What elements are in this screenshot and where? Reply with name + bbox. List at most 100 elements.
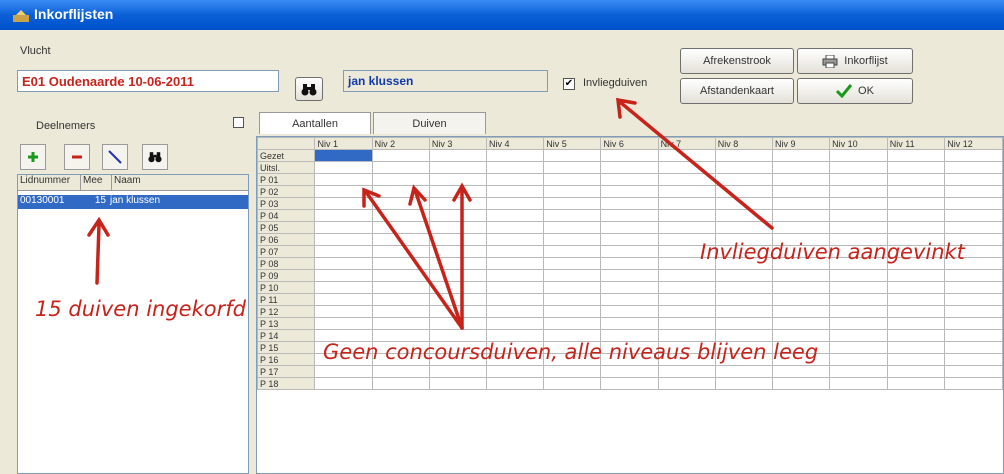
grid-cell[interactable] xyxy=(829,329,888,342)
grid-cell[interactable] xyxy=(714,317,773,330)
search-participant-button[interactable] xyxy=(142,144,168,170)
grid-cell[interactable] xyxy=(714,269,773,282)
participant-row[interactable]: 00130001 15 jan klussen xyxy=(18,195,248,209)
grid-cell[interactable] xyxy=(657,197,716,210)
grid-cell[interactable] xyxy=(543,269,602,282)
grid-cell[interactable] xyxy=(829,305,888,318)
grid-cell[interactable] xyxy=(714,173,773,186)
grid-cell[interactable] xyxy=(771,305,831,318)
grid-cell[interactable] xyxy=(771,377,831,390)
grid-cell[interactable] xyxy=(543,197,602,210)
grid-cell[interactable] xyxy=(714,149,773,162)
grid-cell[interactable] xyxy=(543,149,602,162)
grid-cell[interactable] xyxy=(428,173,488,186)
grid-cell[interactable] xyxy=(486,305,545,318)
grid-cell[interactable] xyxy=(714,281,773,294)
grid-cell[interactable] xyxy=(371,197,430,210)
grid-cell[interactable] xyxy=(600,257,659,270)
grid-cell[interactable] xyxy=(371,173,430,186)
grid-cell[interactable] xyxy=(714,221,773,234)
grid-cell[interactable] xyxy=(829,185,888,198)
grid-cell[interactable] xyxy=(314,377,373,390)
grid-cell[interactable] xyxy=(771,317,831,330)
grid-column-header[interactable]: Niv 9 xyxy=(771,137,831,150)
grid-cell[interactable] xyxy=(771,161,831,174)
remove-participant-button[interactable] xyxy=(64,144,90,170)
grid-cell[interactable] xyxy=(486,185,545,198)
grid-cell[interactable] xyxy=(714,365,773,378)
grid-cell[interactable] xyxy=(543,305,602,318)
grid-cell[interactable] xyxy=(886,329,946,342)
grid-cell[interactable] xyxy=(886,221,946,234)
grid-cell[interactable] xyxy=(771,173,831,186)
grid-cell[interactable] xyxy=(486,209,545,222)
grid-column-header[interactable]: Niv 12 xyxy=(944,137,1003,150)
grid-cell[interactable] xyxy=(714,293,773,306)
grid-column-header[interactable]: Niv 7 xyxy=(657,137,716,150)
grid-cell[interactable] xyxy=(600,149,659,162)
grid-cell[interactable] xyxy=(829,173,888,186)
grid-cell[interactable] xyxy=(944,209,1003,222)
grid-cell[interactable] xyxy=(486,245,545,258)
grid-cell[interactable] xyxy=(714,185,773,198)
grid-cell[interactable] xyxy=(600,245,659,258)
grid-column-header[interactable]: Niv 11 xyxy=(886,137,946,150)
grid-cell[interactable] xyxy=(657,365,716,378)
grid-cell[interactable] xyxy=(371,365,430,378)
grid-cell[interactable] xyxy=(944,317,1003,330)
tab-aantallen[interactable]: Aantallen xyxy=(259,112,371,134)
grid-column-header[interactable]: Niv 3 xyxy=(428,137,488,150)
grid-cell[interactable] xyxy=(371,161,430,174)
grid-cell[interactable] xyxy=(600,185,659,198)
column-naam[interactable]: Naam xyxy=(112,175,248,190)
grid-cell[interactable] xyxy=(543,257,602,270)
participants-list[interactable]: Lidnummer Mee Naam 00130001 15 jan kluss… xyxy=(17,174,249,474)
grid-cell[interactable] xyxy=(428,293,488,306)
grid-cell[interactable] xyxy=(829,197,888,210)
grid-cell[interactable] xyxy=(829,317,888,330)
grid-cell[interactable] xyxy=(314,305,373,318)
grid-cell[interactable] xyxy=(829,221,888,234)
grid-cell[interactable] xyxy=(829,209,888,222)
afrekenstrook-button[interactable]: Afrekenstrook xyxy=(680,48,794,74)
grid-cell[interactable] xyxy=(314,173,373,186)
grid-cell[interactable] xyxy=(486,293,545,306)
grid-cell[interactable] xyxy=(886,365,946,378)
grid-cell[interactable] xyxy=(829,161,888,174)
grid-cell[interactable] xyxy=(543,173,602,186)
grid-column-header[interactable]: Niv 8 xyxy=(714,137,773,150)
grid-cell[interactable] xyxy=(771,149,831,162)
grid-cell[interactable] xyxy=(944,305,1003,318)
grid-cell[interactable] xyxy=(944,161,1003,174)
afstandenkaart-button[interactable]: Afstandenkaart xyxy=(680,78,794,104)
grid-cell[interactable] xyxy=(428,209,488,222)
edit-participant-button[interactable] xyxy=(102,144,128,170)
grid-cell[interactable] xyxy=(714,161,773,174)
grid-cell[interactable] xyxy=(314,245,373,258)
grid-column-header[interactable]: Niv 6 xyxy=(600,137,659,150)
grid-cell[interactable] xyxy=(657,377,716,390)
grid-cell[interactable] xyxy=(371,233,430,246)
grid-cell[interactable] xyxy=(428,269,488,282)
grid-cell[interactable] xyxy=(543,221,602,234)
grid-cell[interactable] xyxy=(886,209,946,222)
column-lidnummer[interactable]: Lidnummer xyxy=(18,175,81,190)
grid-cell[interactable] xyxy=(543,161,602,174)
grid-cell[interactable] xyxy=(543,377,602,390)
grid-cell[interactable] xyxy=(486,269,545,282)
grid-cell[interactable] xyxy=(486,161,545,174)
grid-column-header[interactable]: Niv 1 xyxy=(314,137,373,150)
grid-cell[interactable] xyxy=(944,221,1003,234)
grid-cell[interactable] xyxy=(600,281,659,294)
grid-cell[interactable] xyxy=(314,197,373,210)
grid-cell[interactable] xyxy=(829,269,888,282)
grid-cell[interactable] xyxy=(771,269,831,282)
grid-cell-selected[interactable] xyxy=(314,149,373,162)
grid-cell[interactable] xyxy=(771,281,831,294)
panel-pin-icon[interactable] xyxy=(233,117,244,128)
grid-cell[interactable] xyxy=(886,161,946,174)
grid-cell[interactable] xyxy=(829,281,888,294)
grid-cell[interactable] xyxy=(371,281,430,294)
grid-cell[interactable] xyxy=(944,281,1003,294)
grid-cell[interactable] xyxy=(314,365,373,378)
